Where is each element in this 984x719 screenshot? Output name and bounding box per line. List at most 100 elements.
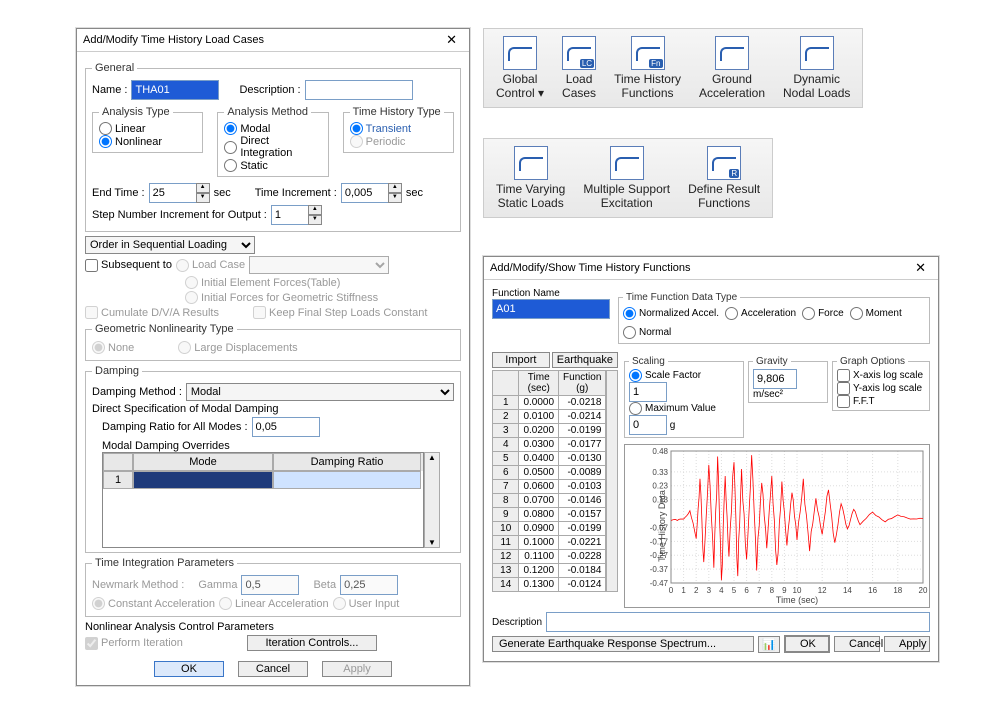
table-row[interactable]: 40.0300-0.0177 [493,438,606,452]
apply-button[interactable]: Apply [884,636,930,652]
radio-static[interactable]: Static [224,159,321,172]
table-row[interactable]: 90.0800-0.0157 [493,508,606,522]
table-row[interactable]: 80.0700-0.0146 [493,494,606,508]
svg-text:1: 1 [681,586,686,595]
table-row[interactable]: 50.0400-0.0130 [493,452,606,466]
radio-normal[interactable]: Normal [623,326,671,339]
toolbar-icon [503,36,537,70]
gravity-input[interactable] [753,369,797,389]
toolbar-item[interactable]: Dynamic Nodal Loads [775,33,858,103]
svg-text:0.48: 0.48 [652,447,668,456]
ti-spinner[interactable]: ▲▼ [341,183,402,203]
check-xlog[interactable]: X-axis log scale [837,369,925,382]
radio-direct[interactable]: Direct Integration [224,135,321,159]
svg-text:7: 7 [757,586,762,595]
check-fft[interactable]: F.F.T [837,395,925,408]
toolbar-icon: Fn [631,36,665,70]
import-button[interactable]: Import [492,352,550,368]
damping-group: Damping Damping Method : Modal Direct Sp… [85,365,461,553]
svg-text:6: 6 [744,586,749,595]
radio-accel[interactable]: Acceleration [725,307,796,320]
svg-text:14: 14 [843,586,852,595]
ribbon-toolbar: Global Control ▾LCLoad CasesFnTime Histo… [483,28,863,108]
toolbar-item[interactable]: Multiple Support Excitation [575,143,678,213]
check-perf-iter: Perform Iteration [85,637,183,650]
order-select[interactable]: Order in Sequential Loading [85,236,255,254]
ok-button[interactable]: OK [784,635,830,653]
toolbar-item[interactable]: Ground Acceleration [691,33,773,103]
mv-input[interactable] [629,415,667,435]
radio-nonlinear[interactable]: Nonlinear [99,135,196,148]
check-subsequent[interactable]: Subsequent to [85,259,172,272]
radio-moment[interactable]: Moment [850,307,902,320]
table-row[interactable]: 60.0500-0.0089 [493,466,606,480]
svg-text:-0.37: -0.37 [650,565,669,574]
toolbar-icon: LC [562,36,596,70]
chart-icon-button[interactable]: 📊 [758,636,780,653]
toolbar-item[interactable]: FnTime History Functions [606,33,689,103]
check-ylog[interactable]: Y-axis log scale [837,382,925,395]
scrollbar[interactable]: ▲▼ [424,452,440,548]
scrollbar[interactable] [606,370,618,592]
radio-scale-factor[interactable]: Scale Factor [629,369,739,382]
radio-linear[interactable]: Linear [99,122,196,135]
step-spinner[interactable]: ▲▼ [271,205,322,225]
toolbar-item[interactable]: RDefine Result Functions [680,143,768,213]
cancel-button[interactable]: Cancel [834,636,880,652]
table-row[interactable]: 100.0900-0.0199 [493,522,606,536]
table-row[interactable]: 70.0600-0.0103 [493,480,606,494]
table-row[interactable]: 120.1100-0.0228 [493,550,606,564]
toolbar-item[interactable]: LCLoad Cases [554,33,604,103]
ratio-input[interactable] [252,417,320,437]
svg-text:5: 5 [732,586,737,595]
data-table[interactable]: Time (sec)Function (g) 10.0000-0.021820.… [492,370,606,592]
earthquake-button[interactable]: Earthquake [552,352,618,368]
ti-label: Time Increment : [255,187,337,199]
table-row[interactable]: 110.1000-0.0221 [493,536,606,550]
svg-text:12: 12 [818,586,827,595]
radio-max-value[interactable]: Maximum Value [629,402,739,415]
ok-button[interactable]: OK [154,661,224,677]
direct-spec-label: Direct Specification of Modal Damping [92,403,454,415]
toolbar-item[interactable]: Time Varying Static Loads [488,143,573,213]
time-history-chart: Time History Data -0.47-0.37-0.27-0.17-0… [624,444,930,608]
sf-input[interactable] [629,382,667,402]
name-input[interactable] [131,80,219,100]
table-row[interactable]: 30.0200-0.0199 [493,424,606,438]
table-row[interactable]: 20.0100-0.0214 [493,410,606,424]
fn-name-input[interactable] [492,299,610,319]
beta-input [340,575,398,595]
radio-large: Large Displacements [178,341,297,354]
radio-modal[interactable]: Modal [224,122,321,135]
toolbar-item[interactable]: Global Control ▾ [488,33,552,103]
table-row[interactable]: 130.1200-0.0184 [493,564,606,578]
desc-label: Description : [239,84,300,96]
desc-input[interactable] [546,612,930,632]
endtime-spinner[interactable]: ▲▼ [149,183,210,203]
svg-text:9: 9 [782,586,787,595]
toolbar-icon: R [707,146,741,180]
general-group: General Name : Description : Analysis Ty… [85,62,461,232]
svg-text:20: 20 [919,586,928,595]
close-icon[interactable]: ✕ [440,32,463,48]
svg-text:10: 10 [793,586,802,595]
radio-force[interactable]: Force [802,307,844,320]
cancel-button[interactable]: Cancel [238,661,308,677]
apply-button: Apply [322,661,392,677]
load-cases-dialog: Add/Modify Time History Load Cases ✕ Gen… [76,28,470,686]
overrides-grid[interactable]: ModeDamping Ratio 1 [102,452,424,548]
table-row[interactable]: 10.0000-0.0218 [493,396,606,410]
damp-method-select[interactable]: Modal [186,383,454,401]
iteration-controls-button[interactable]: Iteration Controls... [247,635,377,651]
gen-spectrum-button[interactable]: Generate Earthquake Response Spectrum... [492,636,754,652]
close-icon[interactable]: ✕ [909,260,932,276]
radio-norm-accel[interactable]: Normalized Accel. [623,307,719,320]
gamma-input [241,575,299,595]
radio-loadcase: Load Case [176,259,245,272]
dialog-titlebar: Add/Modify Time History Load Cases ✕ [77,29,469,52]
table-row[interactable]: 1 [103,471,423,489]
toolbar-icon [715,36,749,70]
table-row[interactable]: 140.1300-0.0124 [493,578,606,592]
desc-input[interactable] [305,80,413,100]
radio-transient[interactable]: Transient [350,122,447,135]
